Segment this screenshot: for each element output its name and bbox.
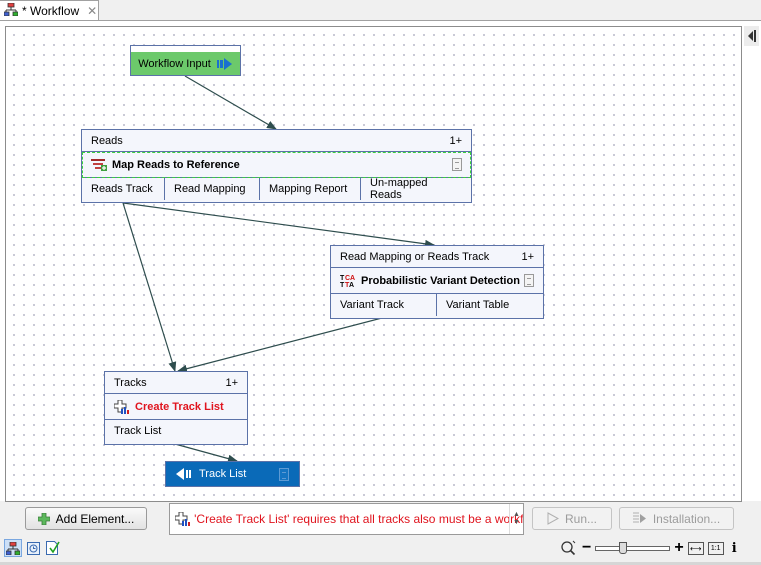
- map-reads-node[interactable]: Reads 1+ Map Reads to Reference Reads Tr…: [81, 129, 472, 203]
- variant-detection-node[interactable]: Read Mapping or Reads Track 1+ T CA T T A Pr…: [330, 245, 544, 319]
- run-label: Run...: [564, 511, 597, 526]
- validation-view-button[interactable]: [44, 539, 62, 557]
- zoom-slider[interactable]: [595, 542, 671, 554]
- run-button[interactable]: Run...: [532, 507, 612, 530]
- tab-bar: * Workflow ✕: [0, 0, 761, 21]
- create-track-list-title: Create Track List: [135, 400, 224, 413]
- workflow-input-label: Workflow Input: [138, 57, 211, 70]
- map-reads-icon: [91, 158, 107, 171]
- output-arrow-icon: [176, 468, 191, 480]
- tab-title: * Workflow: [22, 3, 80, 18]
- document-icon[interactable]: [452, 158, 462, 171]
- close-icon[interactable]: ✕: [87, 4, 97, 18]
- output-port[interactable]: Variant Table: [437, 294, 543, 316]
- output-port[interactable]: Track List: [105, 420, 247, 442]
- svg-text:A: A: [349, 282, 354, 288]
- history-icon: [26, 541, 40, 555]
- multiplicity-label: 1+: [225, 376, 238, 389]
- input-port-read-mapping[interactable]: Read Mapping or Reads Track 1+: [331, 246, 543, 268]
- checklist-icon: [46, 541, 60, 555]
- map-reads-title-row[interactable]: Map Reads to Reference: [82, 152, 471, 178]
- document-icon[interactable]: [279, 467, 289, 481]
- variant-detection-icon: T CAT T A: [340, 275, 355, 288]
- create-track-list-icon: [114, 399, 129, 414]
- installation-label: Installation...: [652, 511, 721, 526]
- play-icon: [547, 512, 559, 525]
- workflow-input-node[interactable]: Workflow Input: [130, 45, 241, 76]
- workflow-output-node[interactable]: Track List: [165, 461, 300, 487]
- workflow-output-label: Track List: [199, 468, 247, 480]
- tab-workflow[interactable]: * Workflow ✕: [0, 0, 99, 20]
- zoom-icon[interactable]: [560, 540, 578, 556]
- input-port-tracks[interactable]: Tracks 1+: [105, 372, 247, 394]
- create-track-list-title-row[interactable]: Create Track List: [105, 394, 247, 420]
- output-port[interactable]: Un-mapped Reads: [361, 177, 471, 201]
- multiplicity-label: 1+: [449, 134, 462, 147]
- zoom-slider-thumb[interactable]: [619, 542, 628, 554]
- input-port-label: Tracks: [114, 376, 147, 389]
- workflow-icon: [3, 2, 19, 19]
- multiplicity-label: 1+: [521, 250, 534, 263]
- installation-icon: [632, 512, 646, 523]
- workflow-icon: [6, 541, 20, 555]
- fit-width-button[interactable]: ⟷: [687, 541, 704, 555]
- output-port[interactable]: Read Mapping: [165, 178, 260, 200]
- add-element-button[interactable]: Add Element...: [25, 507, 147, 530]
- input-port-label: Read Mapping or Reads Track: [340, 250, 490, 263]
- output-port[interactable]: Mapping Report: [260, 178, 361, 200]
- workflow-view-button[interactable]: [4, 539, 22, 557]
- variant-detection-title: Probabilistic Variant Detection: [361, 274, 520, 287]
- zoom-in-button[interactable]: +: [674, 539, 683, 557]
- create-track-list-node[interactable]: Tracks 1+ Create Track List Track List: [104, 371, 248, 445]
- add-element-label: Add Element...: [55, 511, 135, 526]
- input-arrow-icon: [216, 57, 232, 70]
- zoom-controls: − + ⟷ 1:1 i: [560, 539, 760, 557]
- output-port[interactable]: Reads Track: [82, 178, 165, 200]
- history-view-button[interactable]: [24, 539, 42, 557]
- input-port-reads[interactable]: Reads 1+: [82, 130, 471, 152]
- validation-message: 'Create Track List' requires that all tr…: [194, 512, 523, 526]
- map-reads-title: Map Reads to Reference: [112, 158, 240, 171]
- zoom-out-button[interactable]: −: [582, 539, 591, 557]
- collapse-side-panel-button[interactable]: [744, 26, 759, 46]
- output-port[interactable]: Variant Track: [331, 294, 437, 316]
- input-port-label: Reads: [91, 134, 123, 147]
- plus-icon: [37, 512, 50, 525]
- message-scrollbar[interactable]: ▲ ▼: [509, 504, 523, 534]
- svg-text:CA: CA: [345, 275, 355, 282]
- info-button[interactable]: i: [732, 541, 737, 556]
- variant-detection-title-row[interactable]: T CA T T A Probabilistic Variant Detection: [331, 268, 543, 294]
- actual-size-button[interactable]: 1:1: [707, 541, 724, 555]
- validation-message-box: 'Create Track List' requires that all tr…: [169, 503, 524, 535]
- collapse-left-icon: [748, 30, 756, 42]
- installation-button[interactable]: Installation...: [619, 507, 734, 530]
- document-icon[interactable]: [524, 274, 534, 287]
- create-track-list-icon: [175, 512, 190, 526]
